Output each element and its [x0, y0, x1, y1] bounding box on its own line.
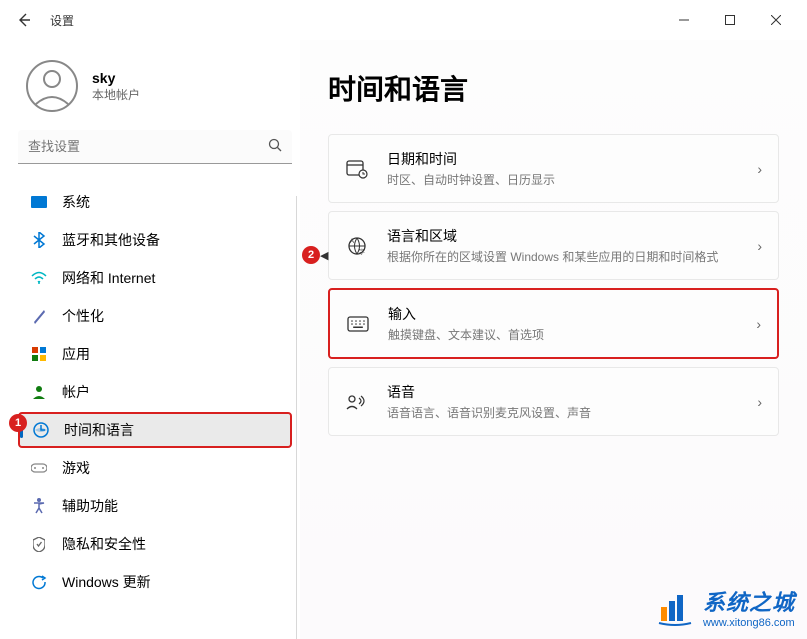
sidebar-item-gaming[interactable]: 游戏: [18, 450, 292, 486]
personalize-icon: [30, 307, 48, 325]
chevron-right-icon: ›: [757, 238, 762, 254]
account-icon: [30, 383, 48, 401]
gaming-icon: [30, 459, 48, 477]
app-title: 设置: [50, 12, 74, 29]
sidebar-item-personalization[interactable]: 个性化: [18, 298, 292, 334]
card-language-region[interactable]: A字 语言和区域 根据你所在的区域设置 Windows 和某些应用的日期和时间格…: [328, 211, 779, 280]
sidebar-item-accessibility[interactable]: 辅助功能: [18, 488, 292, 524]
user-block[interactable]: sky 本地帐户: [18, 52, 292, 130]
sidebar-item-label: 蓝牙和其他设备: [62, 230, 160, 250]
watermark: 系统之城 www.xitong86.com: [655, 585, 795, 629]
annotation-pointer-icon: ◀: [320, 249, 328, 262]
chevron-right-icon: ›: [757, 394, 762, 410]
sidebar-item-label: 应用: [62, 344, 90, 364]
card-date-time[interactable]: 日期和时间 时区、自动时钟设置、日历显示 ›: [328, 134, 779, 203]
region-icon: A字: [345, 234, 369, 258]
maximize-button[interactable]: [707, 4, 753, 36]
nav: 系统 蓝牙和其他设备 网络和 Internet 个性化 应用 帐户: [18, 184, 292, 600]
watermark-title: 系统之城: [703, 585, 795, 617]
apps-icon: [30, 345, 48, 363]
card-text: 输入 触摸键盘、文本建议、首选项: [388, 304, 738, 343]
back-button[interactable]: [8, 4, 40, 36]
card-title: 语言和区域: [387, 226, 739, 246]
avatar-icon: [26, 60, 78, 112]
card-text: 语言和区域 根据你所在的区域设置 Windows 和某些应用的日期和时间格式: [387, 226, 739, 265]
user-subtitle: 本地帐户: [92, 86, 140, 103]
bluetooth-icon: [30, 231, 48, 249]
sidebar-item-label: 帐户: [62, 382, 90, 402]
card-subtitle: 根据你所在的区域设置 Windows 和某些应用的日期和时间格式: [387, 248, 739, 265]
date-icon: [345, 157, 369, 181]
time-lang-icon: [32, 421, 50, 439]
card-text: 日期和时间 时区、自动时钟设置、日历显示: [387, 149, 739, 188]
sidebar-item-accounts[interactable]: 帐户: [18, 374, 292, 410]
svg-text:A: A: [350, 239, 354, 245]
card-title: 日期和时间: [387, 149, 739, 169]
keyboard-icon: [346, 312, 370, 336]
sidebar: sky 本地帐户 系统 蓝牙和其他设备 网络和 Internet: [0, 40, 300, 639]
sidebar-item-label: 隐私和安全性: [62, 534, 146, 554]
svg-text:字: 字: [359, 248, 365, 256]
accessibility-icon: [30, 497, 48, 515]
card-subtitle: 时区、自动时钟设置、日历显示: [387, 171, 739, 188]
watermark-url: www.xitong86.com: [703, 617, 795, 629]
search-box[interactable]: [18, 130, 292, 164]
minimize-button[interactable]: [661, 4, 707, 36]
card-text: 语音 语音语言、语音识别麦克风设置、声音: [387, 382, 739, 421]
window-controls: [661, 4, 799, 36]
privacy-icon: [30, 535, 48, 553]
page-title: 时间和语言: [328, 68, 779, 108]
chevron-right-icon: ›: [757, 161, 762, 177]
search-input[interactable]: [28, 139, 268, 154]
card-typing[interactable]: 输入 触摸键盘、文本建议、首选项 ›: [328, 288, 779, 359]
sidebar-item-time-language[interactable]: 时间和语言: [18, 412, 292, 448]
annotation-badge-2: 2: [302, 246, 320, 264]
sidebar-item-apps[interactable]: 应用: [18, 336, 292, 372]
sidebar-item-network[interactable]: 网络和 Internet: [18, 260, 292, 296]
sidebar-item-bluetooth[interactable]: 蓝牙和其他设备: [18, 222, 292, 258]
sidebar-divider: [296, 196, 297, 639]
sidebar-item-label: 辅助功能: [62, 496, 118, 516]
card-title: 语音: [387, 382, 739, 402]
main-content: 时间和语言 日期和时间 时区、自动时钟设置、日历显示 › A字 语言和区域 根据…: [300, 40, 807, 639]
back-arrow-icon: [16, 12, 32, 28]
sidebar-item-privacy[interactable]: 隐私和安全性: [18, 526, 292, 562]
watermark-text: 系统之城 www.xitong86.com: [703, 585, 795, 629]
system-icon: [30, 193, 48, 211]
sidebar-item-update[interactable]: Windows 更新: [18, 564, 292, 600]
watermark-logo-icon: [655, 587, 695, 627]
settings-list: 日期和时间 时区、自动时钟设置、日历显示 › A字 语言和区域 根据你所在的区域…: [328, 134, 779, 436]
content: sky 本地帐户 系统 蓝牙和其他设备 网络和 Internet: [0, 40, 807, 639]
titlebar: 设置: [0, 0, 807, 40]
sidebar-item-label: 游戏: [62, 458, 90, 478]
user-info: sky 本地帐户: [92, 70, 140, 103]
sidebar-item-label: 系统: [62, 192, 90, 212]
card-title: 输入: [388, 304, 738, 324]
user-name: sky: [92, 70, 140, 86]
card-speech[interactable]: 语音 语音语言、语音识别麦克风设置、声音 ›: [328, 367, 779, 436]
sidebar-item-system[interactable]: 系统: [18, 184, 292, 220]
card-subtitle: 语音语言、语音识别麦克风设置、声音: [387, 404, 739, 421]
card-subtitle: 触摸键盘、文本建议、首选项: [388, 326, 738, 343]
search-icon: [268, 138, 282, 155]
speech-icon: [345, 390, 369, 414]
close-button[interactable]: [753, 4, 799, 36]
sidebar-item-label: 个性化: [62, 306, 104, 326]
chevron-right-icon: ›: [756, 316, 761, 332]
wifi-icon: [30, 269, 48, 287]
sidebar-item-label: 网络和 Internet: [62, 268, 155, 288]
sidebar-item-label: 时间和语言: [64, 420, 134, 440]
update-icon: [30, 573, 48, 591]
sidebar-item-label: Windows 更新: [62, 572, 151, 592]
annotation-badge-1: 1: [9, 414, 27, 432]
